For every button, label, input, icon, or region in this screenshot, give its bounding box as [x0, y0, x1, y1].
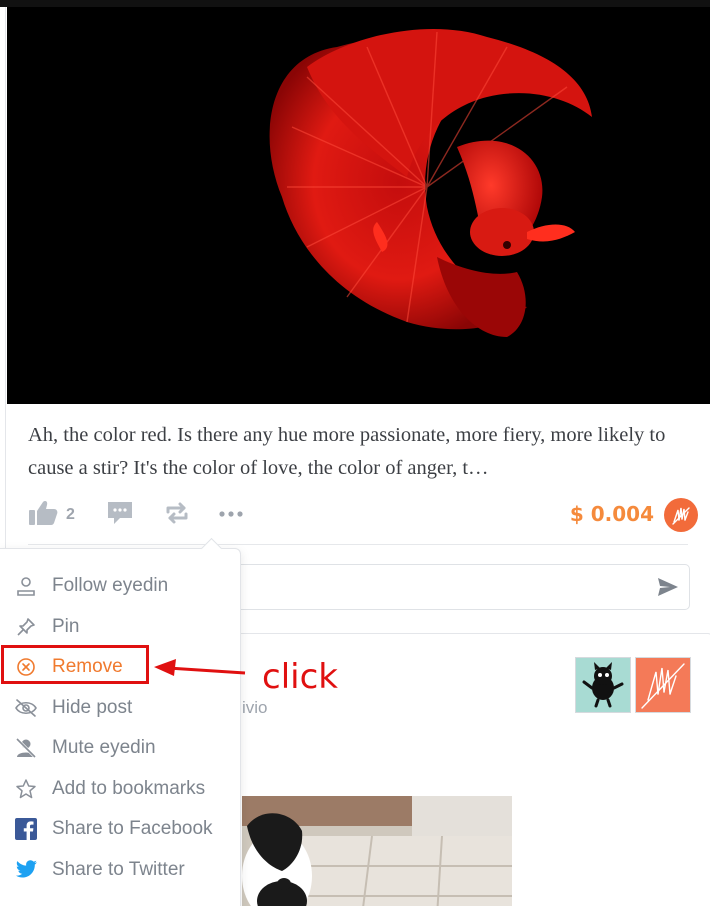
like-count: 2	[66, 506, 75, 523]
menu-item-hide[interactable]: Hide post	[14, 692, 132, 724]
next-post-photo[interactable]	[242, 796, 512, 906]
post-divider	[28, 544, 688, 545]
twitter-icon	[14, 858, 38, 882]
star-icon	[14, 777, 38, 801]
menu-item-label: Share to Facebook	[52, 818, 213, 839]
send-icon[interactable]	[657, 577, 679, 597]
page: Ah, the color red. Is there any hue more…	[0, 0, 710, 906]
post-card: Ah, the color red. Is there any hue more…	[5, 7, 710, 627]
menu-item-share-facebook[interactable]: Share to Facebook	[14, 813, 213, 845]
annotation-label: click	[262, 657, 338, 697]
community-badge-icon[interactable]	[664, 498, 698, 532]
menu-item-share-twitter[interactable]: Share to Twitter	[14, 854, 185, 886]
post-options-menu: Follow eyedin Pin Remove Hide post Mute …	[0, 537, 241, 906]
user-icon	[14, 574, 38, 598]
reward-amount: $ 0.004	[569, 502, 654, 526]
menu-item-label: Hide post	[52, 697, 133, 718]
menu-item-label: Share to Twitter	[52, 859, 185, 880]
next-post-subtitle: ivio	[242, 698, 268, 717]
menu-item-pin[interactable]: Pin	[14, 611, 79, 643]
repost-icon	[164, 500, 190, 531]
more-options-button[interactable]	[218, 495, 244, 535]
eye-off-icon	[14, 696, 38, 720]
menu-item-bookmark[interactable]: Add to bookmarks	[14, 773, 205, 805]
thumbs-up-icon	[28, 500, 58, 531]
more-icon	[218, 506, 244, 524]
annotation-arrow-icon	[154, 659, 246, 676]
menu-item-label: Pin	[52, 616, 80, 637]
betta-fish-image	[7, 7, 710, 404]
post-actions: 2 $ 0.004	[28, 495, 698, 535]
comment-icon	[106, 500, 134, 531]
comment-button[interactable]	[106, 495, 134, 535]
menu-item-label: Add to bookmarks	[52, 778, 206, 799]
menu-item-label: Mute eyedin	[52, 737, 156, 758]
top-border	[0, 0, 710, 7]
cat-community-icon[interactable]	[575, 657, 631, 713]
post-excerpt: Ah, the color red. Is there any hue more…	[28, 424, 666, 479]
like-button[interactable]: 2	[28, 495, 75, 535]
repost-button[interactable]	[164, 495, 190, 535]
mute-user-icon	[14, 736, 38, 760]
hand-community-icon[interactable]	[635, 657, 691, 713]
remove-highlight-box	[1, 645, 149, 684]
post-image[interactable]	[7, 7, 710, 404]
facebook-icon	[14, 817, 38, 841]
pin-icon	[14, 615, 38, 639]
menu-item-label: Follow eyedin	[52, 575, 169, 596]
menu-item-mute[interactable]: Mute eyedin	[14, 732, 156, 764]
menu-item-follow[interactable]: Follow eyedin	[14, 570, 168, 602]
